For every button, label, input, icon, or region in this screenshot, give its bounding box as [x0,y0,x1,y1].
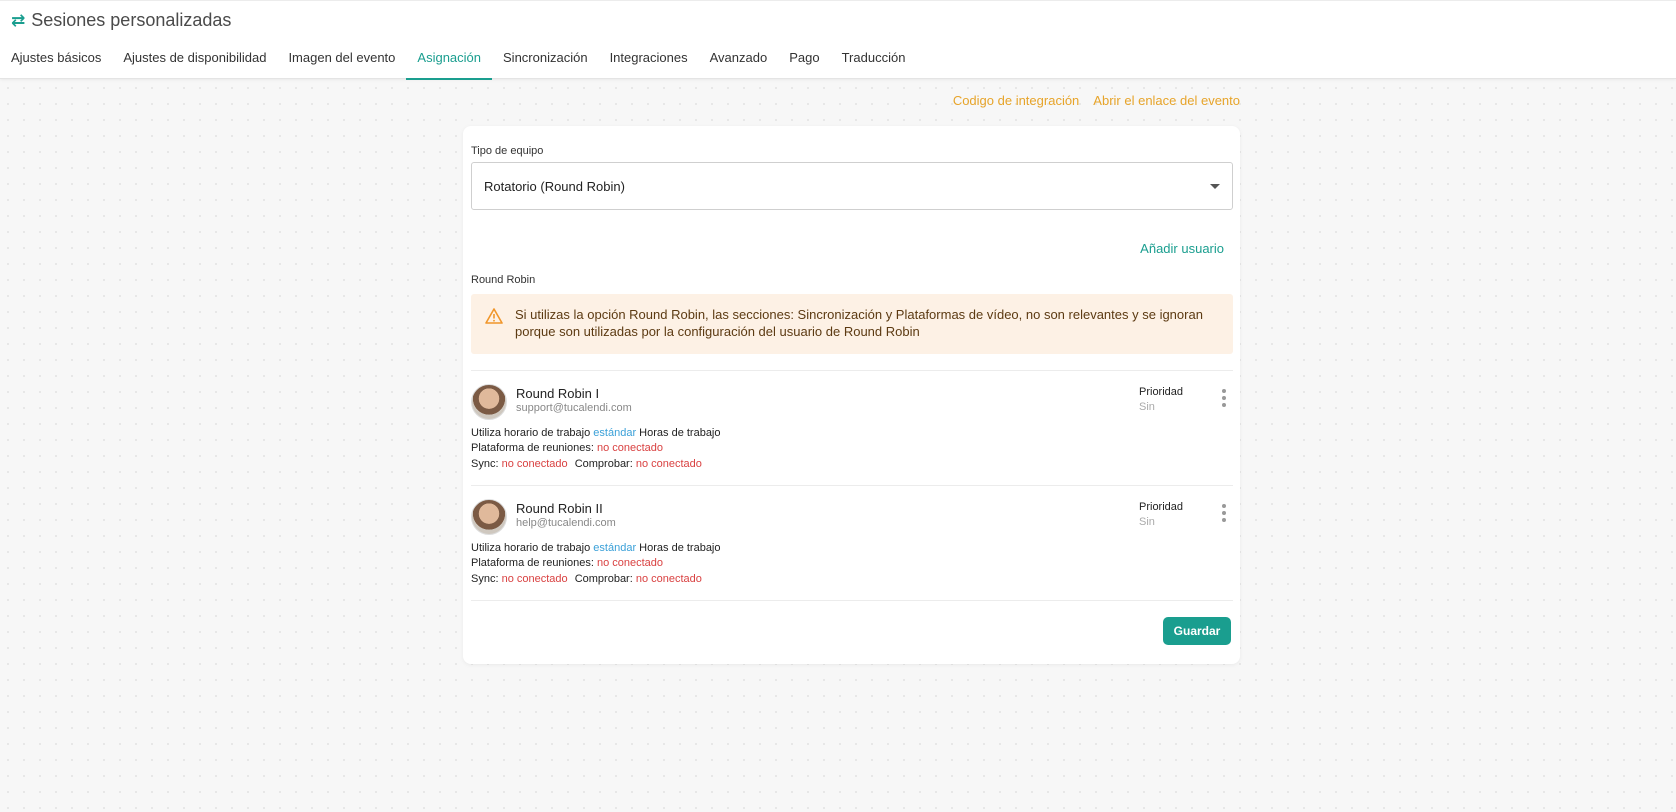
sync-status: no conectado [501,458,568,470]
schedule-suffix: Horas de trabajo [639,427,721,439]
warning-text-line-1: Si utilizas la opción Round Robin, las s… [515,307,1203,322]
team-type-select[interactable]: Rotatorio (Round Robin) [471,162,1233,210]
tab-ajustes-basicos[interactable]: Ajustes básicos [0,42,112,80]
assignment-card: Tipo de equipo Rotatorio (Round Robin) A… [463,126,1240,664]
more-options-icon[interactable] [1220,504,1228,522]
top-links: Codigo de integración Abrir el enlace de… [953,93,1240,108]
sync-status: no conectado [501,573,568,585]
add-user-button[interactable]: Añadir usuario [1140,241,1224,256]
round-robin-warning: Si utilizas la opción Round Robin, las s… [471,294,1233,354]
platform-line: Plataforma de reuniones: no conectado [471,442,663,454]
user-entry: Round Robin II help@tucalendi.com Priori… [471,486,1233,594]
tab-asignacion[interactable]: Asignación [406,42,493,80]
schedule-type-link[interactable]: estándar [593,542,636,554]
tab-pago[interactable]: Pago [778,42,830,80]
save-button[interactable]: Guardar [1163,617,1231,645]
page-title: Sesiones personalizadas [31,10,232,30]
user-name: Round Robin II [516,501,603,516]
check-label: Comprobar: [574,458,633,470]
team-type-label: Tipo de equipo [471,145,544,157]
platform-label: Plataforma de reuniones: [471,557,594,569]
tab-imagen-evento[interactable]: Imagen del evento [277,42,406,80]
priority-value: Sin [1139,516,1155,528]
warning-text-line-2: porque son utilizadas por la configuraci… [515,324,920,339]
tab-sincronizacion[interactable]: Sincronización [492,42,599,80]
check-status: no conectado [635,458,702,470]
swap-arrows-icon: ⇄ [11,10,26,31]
integration-code-link[interactable]: Codigo de integración [953,93,1079,108]
caret-down-icon [1210,183,1220,189]
platform-line: Plataforma de reuniones: no conectado [471,557,663,569]
tab-avanzado[interactable]: Avanzado [699,42,779,80]
priority-label: Prioridad [1139,501,1184,513]
schedule-line: Utiliza horario de trabajo estándar Hora… [471,427,721,439]
sync-line: Sync: no conectado Comprobar: no conecta… [471,573,702,585]
schedule-prefix: Utiliza horario de trabajo [471,427,591,439]
tab-ajustes-disponibilidad[interactable]: Ajustes de disponibilidad [112,42,277,80]
tab-traduccion[interactable]: Traducción [831,42,917,80]
sync-label: Sync: [471,458,499,470]
platform-status: no conectado [596,557,664,569]
tab-bar: Ajustes básicos Ajustes de disponibilida… [0,42,916,80]
user-name: Round Robin I [516,386,600,401]
schedule-line: Utiliza horario de trabajo estándar Hora… [471,542,721,554]
sync-label: Sync: [471,573,499,585]
divider [471,600,1233,601]
warning-text: Si utilizas la opción Round Robin, las s… [515,306,1203,342]
user-entry: Round Robin I support@tucalendi.com Prio… [471,371,1233,479]
sync-line: Sync: no conectado Comprobar: no conecta… [471,458,702,470]
team-type-value: Rotatorio (Round Robin) [484,178,625,194]
page-header: ⇄ Sesiones personalizadas [11,10,231,31]
schedule-prefix: Utiliza horario de trabajo [471,542,591,554]
warning-triangle-icon [485,306,507,342]
check-label: Comprobar: [574,573,633,585]
tab-integraciones[interactable]: Integraciones [599,42,699,80]
platform-status: no conectado [596,442,664,454]
user-email: support@tucalendi.com [516,402,632,414]
priority-label: Prioridad [1139,386,1184,398]
avatar [471,384,507,420]
platform-label: Plataforma de reuniones: [471,442,594,454]
priority-value: Sin [1139,401,1155,413]
schedule-type-link[interactable]: estándar [593,427,636,439]
schedule-suffix: Horas de trabajo [639,542,721,554]
round-robin-section-label: Round Robin [471,274,536,286]
user-email: help@tucalendi.com [516,517,616,529]
open-event-link[interactable]: Abrir el enlace del evento [1093,93,1240,108]
avatar [471,499,507,535]
top-bar: ⇄ Sesiones personalizadas Ajustes básico… [0,0,1676,80]
check-status: no conectado [635,573,702,585]
more-options-icon[interactable] [1220,389,1228,407]
